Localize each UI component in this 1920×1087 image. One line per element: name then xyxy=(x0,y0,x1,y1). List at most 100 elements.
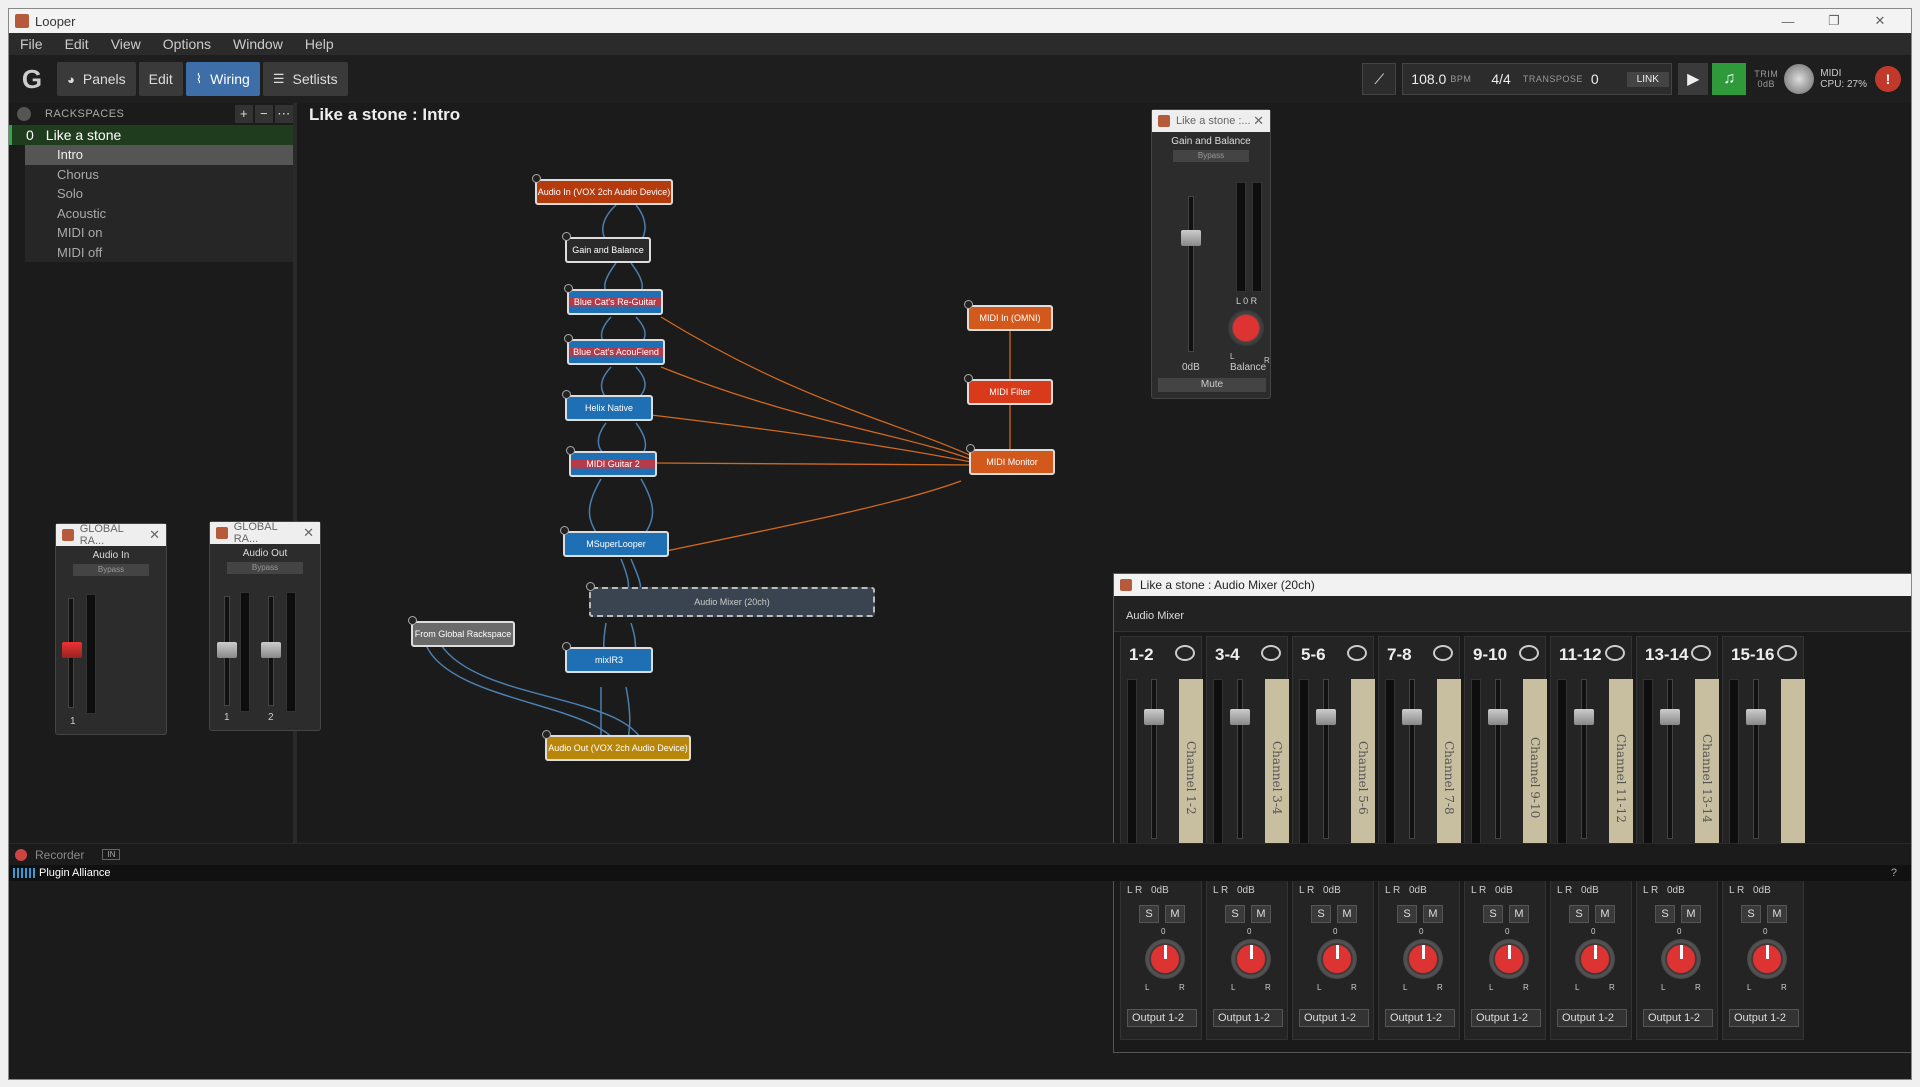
fader-thumb[interactable] xyxy=(217,642,237,658)
channel-fader[interactable] xyxy=(1151,679,1157,839)
solo-button[interactable]: S xyxy=(1655,905,1675,923)
mute-button[interactable]: M xyxy=(1767,905,1787,923)
close-icon[interactable]: ✕ xyxy=(149,527,160,543)
acoufiend-node[interactable]: Blue Cat's AcouFiend xyxy=(564,334,665,365)
pan-knob[interactable] xyxy=(1747,939,1787,979)
variation-item[interactable]: MIDI off xyxy=(25,242,293,262)
bypass-button[interactable]: Bypass xyxy=(1173,150,1249,162)
panels-button[interactable]: ◕ Panels xyxy=(57,62,136,96)
variation-item[interactable]: Solo xyxy=(25,184,293,204)
close-icon[interactable]: ✕ xyxy=(1857,13,1903,29)
globe-icon[interactable] xyxy=(17,107,31,121)
mute-button[interactable]: Mute xyxy=(1158,378,1266,392)
global-audio-in-panel[interactable]: GLOBAL RA... ✕ Audio In Bypass 1 xyxy=(55,523,167,735)
variation-item[interactable]: Chorus xyxy=(25,164,293,184)
audio-mixer-panel[interactable]: Like a stone : Audio Mixer (20ch) Audio … xyxy=(1113,573,1911,1053)
output-select[interactable]: Output 1-2 xyxy=(1471,1009,1541,1027)
stereo-link-icon[interactable] xyxy=(1347,645,1367,661)
channel-fader[interactable] xyxy=(1581,679,1587,839)
solo-button[interactable]: S xyxy=(1741,905,1761,923)
bypass-button[interactable]: Bypass xyxy=(73,564,149,576)
minimize-icon[interactable]: — xyxy=(1765,14,1811,29)
pan-knob[interactable] xyxy=(1575,939,1615,979)
mute-button[interactable]: M xyxy=(1509,905,1529,923)
stereo-link-icon[interactable] xyxy=(1605,645,1625,661)
global-audio-out-panel[interactable]: GLOBAL RA... ✕ Audio Out Bypass 1 2 xyxy=(209,521,321,731)
stereo-link-icon[interactable] xyxy=(1175,645,1195,661)
alert-icon[interactable]: ! xyxy=(1875,66,1901,92)
mixir3-node[interactable]: mixIR3 xyxy=(562,642,653,673)
menu-file[interactable]: File xyxy=(9,36,54,52)
stereo-link-icon[interactable] xyxy=(1261,645,1281,661)
from-global-node[interactable]: From Global Rackspace xyxy=(408,616,515,647)
menu-window[interactable]: Window xyxy=(222,36,294,52)
audio-mixer-node[interactable]: Audio Mixer (20ch) xyxy=(586,582,875,617)
pan-knob[interactable] xyxy=(1231,939,1271,979)
mute-button[interactable]: M xyxy=(1423,905,1443,923)
fader-thumb[interactable] xyxy=(1230,709,1250,725)
app-logo-icon[interactable]: G xyxy=(15,62,49,96)
gain-balance-panel[interactable]: Like a stone :... ✕ Gain and Balance Bypa… xyxy=(1151,109,1271,399)
tuner-button[interactable]: ⟋ xyxy=(1362,63,1397,95)
stereo-link-icon[interactable] xyxy=(1777,645,1797,661)
fader-thumb[interactable] xyxy=(1660,709,1680,725)
stereo-link-icon[interactable] xyxy=(1691,645,1711,661)
stereo-link-icon[interactable] xyxy=(1519,645,1539,661)
channel-fader[interactable] xyxy=(1753,679,1759,839)
fader-thumb[interactable] xyxy=(1316,709,1336,725)
wiring-button[interactable]: ⌇ Wiring xyxy=(185,62,260,96)
mute-button[interactable]: M xyxy=(1337,905,1357,923)
solo-button[interactable]: S xyxy=(1139,905,1159,923)
menu-edit[interactable]: Edit xyxy=(54,36,100,52)
midi-filter-node[interactable]: MIDI Filter xyxy=(964,374,1053,405)
helix-native-node[interactable]: Helix Native xyxy=(562,390,653,421)
bypass-button[interactable]: Bypass xyxy=(227,562,303,574)
fader-thumb[interactable] xyxy=(62,642,82,658)
mute-button[interactable]: M xyxy=(1681,905,1701,923)
pan-knob[interactable] xyxy=(1317,939,1357,979)
pan-knob[interactable] xyxy=(1661,939,1701,979)
more-options-button[interactable]: ⋯ xyxy=(275,105,293,123)
output-select[interactable]: Output 1-2 xyxy=(1213,1009,1283,1027)
time-signature[interactable]: 4/4 xyxy=(1491,71,1510,87)
output-select[interactable]: Output 1-2 xyxy=(1643,1009,1713,1027)
fader-thumb[interactable] xyxy=(1574,709,1594,725)
setlists-button[interactable]: ☰ Setlists xyxy=(262,62,348,96)
menu-help[interactable]: Help xyxy=(294,36,345,52)
midi-in-node[interactable]: MIDI In (OMNI) xyxy=(964,300,1053,331)
edit-button[interactable]: Edit xyxy=(138,62,183,96)
variation-item[interactable]: Acoustic xyxy=(25,203,293,223)
channel-fader[interactable] xyxy=(1409,679,1415,839)
mute-button[interactable]: M xyxy=(1165,905,1185,923)
remove-rackspace-button[interactable]: − xyxy=(255,105,273,123)
close-icon[interactable]: ✕ xyxy=(303,525,314,541)
balance-knob[interactable] xyxy=(1228,310,1264,346)
midi-monitor-node[interactable]: MIDI Monitor xyxy=(966,444,1055,475)
fader-thumb[interactable] xyxy=(261,642,281,658)
play-button[interactable]: ▶ xyxy=(1678,63,1709,95)
reguitar-node[interactable]: Blue Cat's Re-Guitar xyxy=(564,284,663,315)
pan-knob[interactable] xyxy=(1145,939,1185,979)
pan-knob[interactable] xyxy=(1403,939,1443,979)
transpose-value[interactable]: 0 xyxy=(1591,71,1599,87)
gain-balance-node[interactable]: Gain and Balance xyxy=(562,232,651,263)
trim-knob[interactable] xyxy=(1784,64,1815,94)
channel-fader[interactable] xyxy=(1237,679,1243,839)
solo-button[interactable]: S xyxy=(1483,905,1503,923)
fader-thumb[interactable] xyxy=(1488,709,1508,725)
add-rackspace-button[interactable]: + xyxy=(235,105,253,123)
menu-view[interactable]: View xyxy=(100,36,152,52)
record-icon[interactable] xyxy=(15,848,27,861)
audio-out-node[interactable]: Audio Out (VOX 2ch Audio Device) xyxy=(542,730,691,761)
tempo-value[interactable]: 108.0 xyxy=(1411,71,1446,87)
fader-thumb[interactable] xyxy=(1181,230,1201,246)
stereo-link-icon[interactable] xyxy=(1433,645,1453,661)
output-select[interactable]: Output 1-2 xyxy=(1557,1009,1627,1027)
help-icon[interactable]: ? xyxy=(1891,867,1897,879)
midi-guitar-node[interactable]: MIDI Guitar 2 xyxy=(566,446,657,477)
audio-in-node[interactable]: Audio In (VOX 2ch Audio Device) xyxy=(532,174,673,205)
mute-button[interactable]: M xyxy=(1251,905,1271,923)
gain-fader[interactable] xyxy=(1188,196,1194,352)
solo-button[interactable]: S xyxy=(1397,905,1417,923)
variation-item[interactable]: Intro xyxy=(25,145,293,165)
